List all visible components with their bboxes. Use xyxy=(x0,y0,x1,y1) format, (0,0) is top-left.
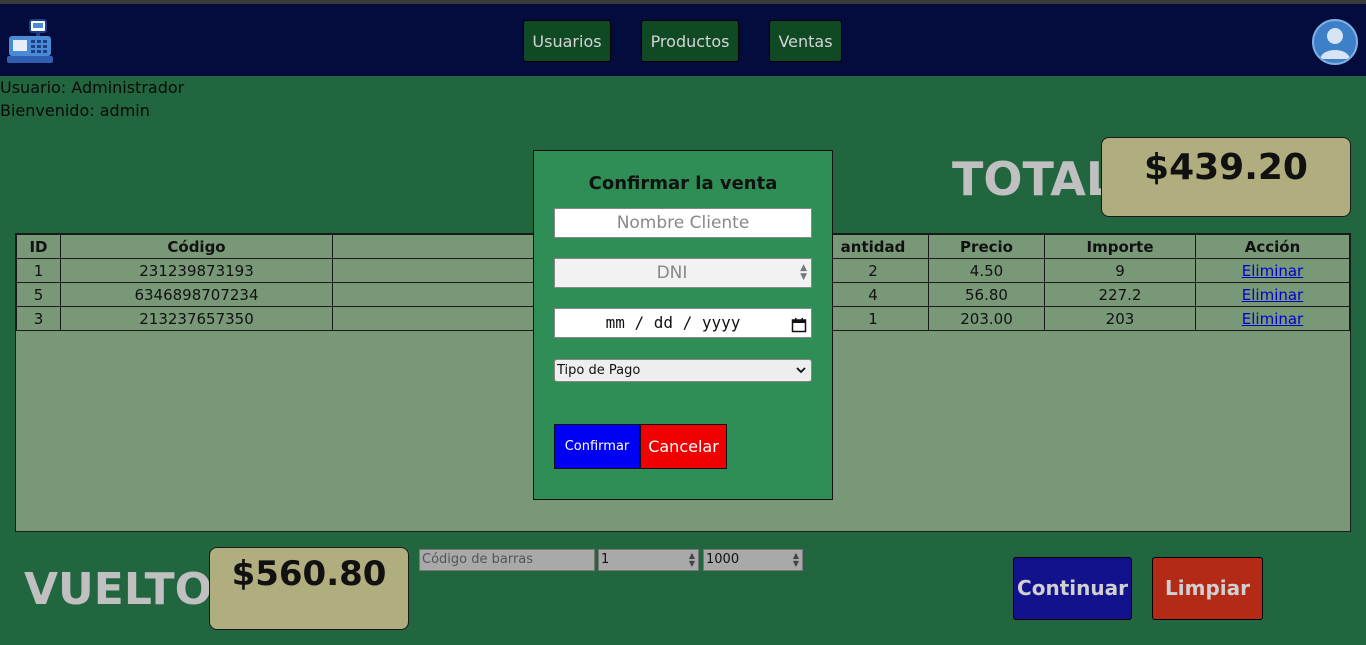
nav-usuarios-button[interactable]: Usuarios xyxy=(523,20,611,62)
confirm-sale-modal: Confirmar la venta Nombre Cliente DNI ▲ ▼… xyxy=(533,150,833,500)
cell-importe: 203 xyxy=(1044,306,1196,331)
welcome-text: Bienvenido: admin xyxy=(0,101,150,120)
eliminar-link[interactable]: Eliminar xyxy=(1242,286,1303,304)
header-id: ID xyxy=(16,234,61,259)
date-placeholder: mm / dd / yyyy xyxy=(605,313,741,332)
tipo-pago-select[interactable]: Tipo de Pago xyxy=(554,359,812,382)
fecha-input[interactable]: mm / dd / yyyy xyxy=(554,308,812,338)
confirm-button[interactable]: Confirmar xyxy=(554,424,640,469)
cell-accion: Eliminar xyxy=(1195,306,1350,331)
total-amount: $439.20 xyxy=(1101,137,1351,217)
cell-accion: Eliminar xyxy=(1195,258,1350,283)
cell-cantidad: 4 xyxy=(817,282,929,307)
cell-codigo: 213237657350 xyxy=(60,306,333,331)
spinner-icon[interactable]: ▲ ▼ xyxy=(800,264,807,282)
cell-id: 1 xyxy=(16,258,61,283)
cell-cantidad: 1 xyxy=(817,306,929,331)
total-label: TOTAL xyxy=(952,152,1116,206)
nav-productos-button[interactable]: Productos xyxy=(641,20,739,62)
modal-title: Confirmar la venta xyxy=(588,173,778,194)
payment-value: 1000 xyxy=(706,552,740,567)
dni-placeholder: DNI xyxy=(656,263,688,283)
chevron-down-icon xyxy=(796,360,806,387)
barcode-input[interactable]: Código de barras xyxy=(419,549,595,571)
cell-importe: 9 xyxy=(1044,258,1196,283)
cell-id: 3 xyxy=(16,306,61,331)
header-accion: Acción xyxy=(1195,234,1350,259)
nombre-cliente-input[interactable]: Nombre Cliente xyxy=(554,208,812,238)
cash-register-icon[interactable] xyxy=(6,18,54,64)
continue-button[interactable]: Continuar xyxy=(1013,557,1132,620)
cell-precio: 4.50 xyxy=(928,258,1045,283)
dni-input[interactable]: DNI ▲ ▼ xyxy=(554,258,812,288)
navbar: Usuarios Productos Ventas xyxy=(0,4,1366,76)
eliminar-link[interactable]: Eliminar xyxy=(1242,262,1303,280)
calendar-icon[interactable] xyxy=(791,314,807,342)
nav-ventas-button[interactable]: Ventas xyxy=(769,20,842,62)
cell-importe: 227.2 xyxy=(1044,282,1196,307)
cell-precio: 56.80 xyxy=(928,282,1045,307)
quantity-stepper[interactable]: 1 ▲ ▼ xyxy=(598,549,699,571)
cell-accion: Eliminar xyxy=(1195,282,1350,307)
clear-button[interactable]: Limpiar xyxy=(1152,557,1263,620)
header-precio: Precio xyxy=(928,234,1045,259)
cancel-button[interactable]: Cancelar xyxy=(640,424,727,469)
quantity-value: 1 xyxy=(601,552,610,567)
vuelto-amount: $560.80 xyxy=(209,547,409,630)
tipo-pago-value: Tipo de Pago xyxy=(557,363,641,378)
header-cantidad: antidad xyxy=(817,234,929,259)
cell-precio: 203.00 xyxy=(928,306,1045,331)
user-avatar-icon[interactable] xyxy=(1312,19,1358,65)
header-importe: Importe xyxy=(1044,234,1196,259)
cell-codigo: 231239873193 xyxy=(60,258,333,283)
payment-stepper[interactable]: 1000 ▲ ▼ xyxy=(703,549,803,571)
eliminar-link[interactable]: Eliminar xyxy=(1242,310,1303,328)
vuelto-label: VUELTO xyxy=(24,564,213,615)
cell-cantidad: 2 xyxy=(817,258,929,283)
cell-codigo: 6346898707234 xyxy=(60,282,333,307)
spinner-icon[interactable]: ▲ ▼ xyxy=(793,552,799,568)
user-role-text: Usuario: Administrador xyxy=(0,78,185,97)
cell-id: 5 xyxy=(16,282,61,307)
spinner-icon[interactable]: ▲ ▼ xyxy=(689,552,695,568)
header-codigo: Código xyxy=(60,234,333,259)
